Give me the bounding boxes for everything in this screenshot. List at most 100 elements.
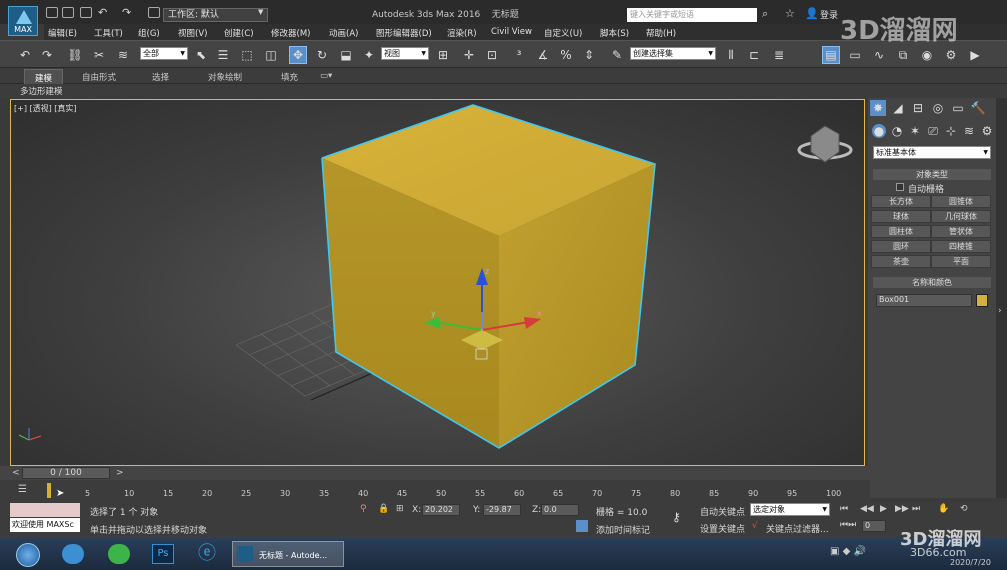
cylinder-button[interactable]: 圆柱体 — [871, 225, 931, 238]
redo-icon[interactable]: ↷ — [122, 6, 131, 19]
object-color-swatch[interactable] — [976, 294, 988, 307]
taskbar-3dsmax-window[interactable]: 无标题 - Autode... — [232, 541, 344, 567]
auto-grid-checkbox[interactable] — [896, 183, 904, 191]
angle-snap-icon[interactable]: ∡ — [534, 46, 552, 64]
time-slider[interactable]: < 0 / 100 > — [0, 466, 870, 480]
mirror-icon[interactable]: ⫴ — [722, 46, 740, 64]
absolute-mode-icon[interactable]: ⊞ — [396, 504, 404, 514]
key-icon[interactable]: ⚷ — [672, 510, 681, 524]
select-scale-icon[interactable]: ⬓ — [337, 46, 355, 64]
plane-button[interactable]: 平面 — [931, 255, 991, 268]
track-bar[interactable]: ☰ ➤ 5 10 15 20 25 30 35 40 45 50 55 60 65 70 75 80 85 90 9… — [0, 480, 870, 502]
isolate-icon[interactable]: ⚲ — [360, 504, 367, 514]
menu-animation[interactable]: 动画(A) — [329, 27, 358, 39]
login-link[interactable]: 登录 — [820, 8, 838, 21]
key-filters-button[interactable]: 关键点过滤器... — [766, 522, 829, 535]
bind-space-warp-icon[interactable]: ≋ — [114, 46, 132, 64]
place-icon[interactable]: ✦ — [360, 46, 378, 64]
menu-modifiers[interactable]: 修改器(M) — [271, 27, 310, 39]
undo-icon[interactable]: ↶ — [98, 6, 107, 19]
menu-group[interactable]: 组(G) — [138, 27, 160, 39]
render-setup-icon[interactable]: ⚙ — [942, 46, 960, 64]
lights-icon[interactable]: ✶ — [908, 124, 922, 138]
go-to-start-icon[interactable]: ⏮ — [840, 504, 848, 514]
wechat-icon[interactable] — [108, 544, 130, 564]
spinner-snap-icon[interactable]: ⇕ — [580, 46, 598, 64]
selected-object-dropdown[interactable]: 选定对象 — [750, 503, 830, 516]
undo-icon[interactable]: ↶ — [16, 46, 34, 64]
category-dropdown[interactable]: 标准基本体 — [873, 146, 991, 159]
search-input[interactable]: 键入关键字或短语 — [627, 8, 757, 22]
select-move-icon[interactable]: ✥ — [289, 46, 307, 64]
add-time-tag[interactable]: 添加时间标记 — [596, 523, 650, 536]
menu-views[interactable]: 视图(V) — [178, 27, 207, 39]
cameras-icon[interactable]: ⎚ — [926, 124, 940, 138]
material-editor-icon[interactable]: ◉ — [918, 46, 936, 64]
prev-key-icon[interactable]: ◀◀ — [860, 504, 874, 514]
time-tag-icon[interactable] — [576, 520, 588, 532]
workspace-dropdown[interactable]: 工作区: 默认 — [163, 8, 268, 22]
set-key-button[interactable]: 设置关键点 — [700, 522, 745, 535]
selection-filter-dropdown[interactable]: 全部 — [140, 47, 188, 60]
auto-key-button[interactable]: 自动关键点 — [700, 505, 745, 518]
object-name-field[interactable]: Box001 — [876, 294, 972, 307]
project-folder-icon[interactable] — [148, 7, 160, 18]
modify-tab-icon[interactable]: ◢ — [890, 100, 906, 116]
scene-explorer-icon[interactable]: ≣ — [770, 46, 788, 64]
app-logo-icon[interactable]: MAX — [8, 6, 38, 36]
tab-populate[interactable]: 填充 — [281, 71, 298, 83]
x-coord-field[interactable]: 20.202 — [422, 504, 460, 516]
select-rotate-icon[interactable]: ↻ — [313, 46, 331, 64]
unlink-icon[interactable]: ✂ — [90, 46, 108, 64]
box-button[interactable]: 长方体 — [871, 195, 931, 208]
keyboard-shortcut-icon[interactable]: ⊡ — [483, 46, 501, 64]
create-tab-icon[interactable]: ✸ — [870, 100, 886, 116]
utilities-tab-icon[interactable]: 🔨 — [970, 100, 986, 116]
layer-manager-icon[interactable]: ▤ — [822, 46, 840, 64]
go-to-end-icon[interactable]: ⏭ — [912, 504, 920, 514]
link-icon[interactable]: ⛓ — [66, 46, 84, 64]
space-warps-icon[interactable]: ≋ — [962, 124, 976, 138]
menu-create[interactable]: 创建(C) — [224, 27, 254, 39]
hierarchy-tab-icon[interactable]: ⊟ — [910, 100, 926, 116]
play-icon[interactable]: ▶ — [880, 504, 887, 514]
welcome-text[interactable]: 欢迎使用 MAXSc — [10, 518, 80, 532]
redo-icon[interactable]: ↷ — [38, 46, 56, 64]
menu-help[interactable]: 帮助(H) — [646, 27, 676, 39]
motion-tab-icon[interactable]: ◎ — [930, 100, 946, 116]
collapse-arrow-icon[interactable]: › — [998, 306, 1002, 316]
torus-button[interactable]: 圆环 — [871, 240, 931, 253]
tube-button[interactable]: 管状体 — [931, 225, 991, 238]
key-filter-icon[interactable]: √ — [752, 521, 758, 531]
edit-named-sets-icon[interactable]: ✎ — [608, 46, 626, 64]
z-coord-field[interactable]: 0.0 — [541, 504, 579, 516]
ref-coord-dropdown[interactable]: 视图 — [381, 47, 429, 60]
geometry-icon[interactable]: ● — [872, 124, 886, 138]
menu-graph-editors[interactable]: 图形编辑器(D) — [376, 27, 432, 39]
start-button[interactable] — [16, 543, 40, 567]
perspective-viewport[interactable]: [+] [透视] [真实] z y x — [10, 99, 865, 466]
tab-freeform[interactable]: 自由形式 — [82, 71, 116, 83]
curve-editor-icon[interactable]: ∿ — [870, 46, 888, 64]
browser-icon[interactable] — [62, 544, 84, 564]
menu-edit[interactable]: 编辑(E) — [48, 27, 77, 39]
new-file-icon[interactable] — [46, 7, 58, 18]
teapot-button[interactable]: 茶壶 — [871, 255, 931, 268]
ie-icon[interactable]: ⓔ — [198, 544, 220, 564]
orbit-icon[interactable]: ⟲ — [960, 504, 968, 514]
save-icon[interactable] — [80, 7, 92, 18]
ribbon-options-icon[interactable]: ▭▾ — [320, 71, 332, 81]
tab-modeling[interactable]: 建模 — [24, 69, 64, 84]
y-coord-field[interactable]: -29.87 — [483, 504, 521, 516]
rect-selection-icon[interactable]: ⬚ — [238, 46, 256, 64]
name-color-header[interactable]: 名称和颜色 — [873, 277, 991, 288]
object-type-header[interactable]: 对象类型 — [873, 169, 991, 180]
frame-counter[interactable]: 0 / 100 — [22, 467, 110, 479]
tab-object-paint[interactable]: 对象绘制 — [208, 71, 242, 83]
named-selection-dropdown[interactable]: 创建选择集 — [630, 47, 716, 60]
manipulate-icon[interactable]: ✛ — [460, 46, 478, 64]
align-icon[interactable]: ⊏ — [745, 46, 763, 64]
render-icon[interactable]: ▶ — [966, 46, 984, 64]
ribbon-toggle-icon[interactable]: ▭ — [846, 46, 864, 64]
systems-icon[interactable]: ⚙ — [980, 124, 994, 138]
